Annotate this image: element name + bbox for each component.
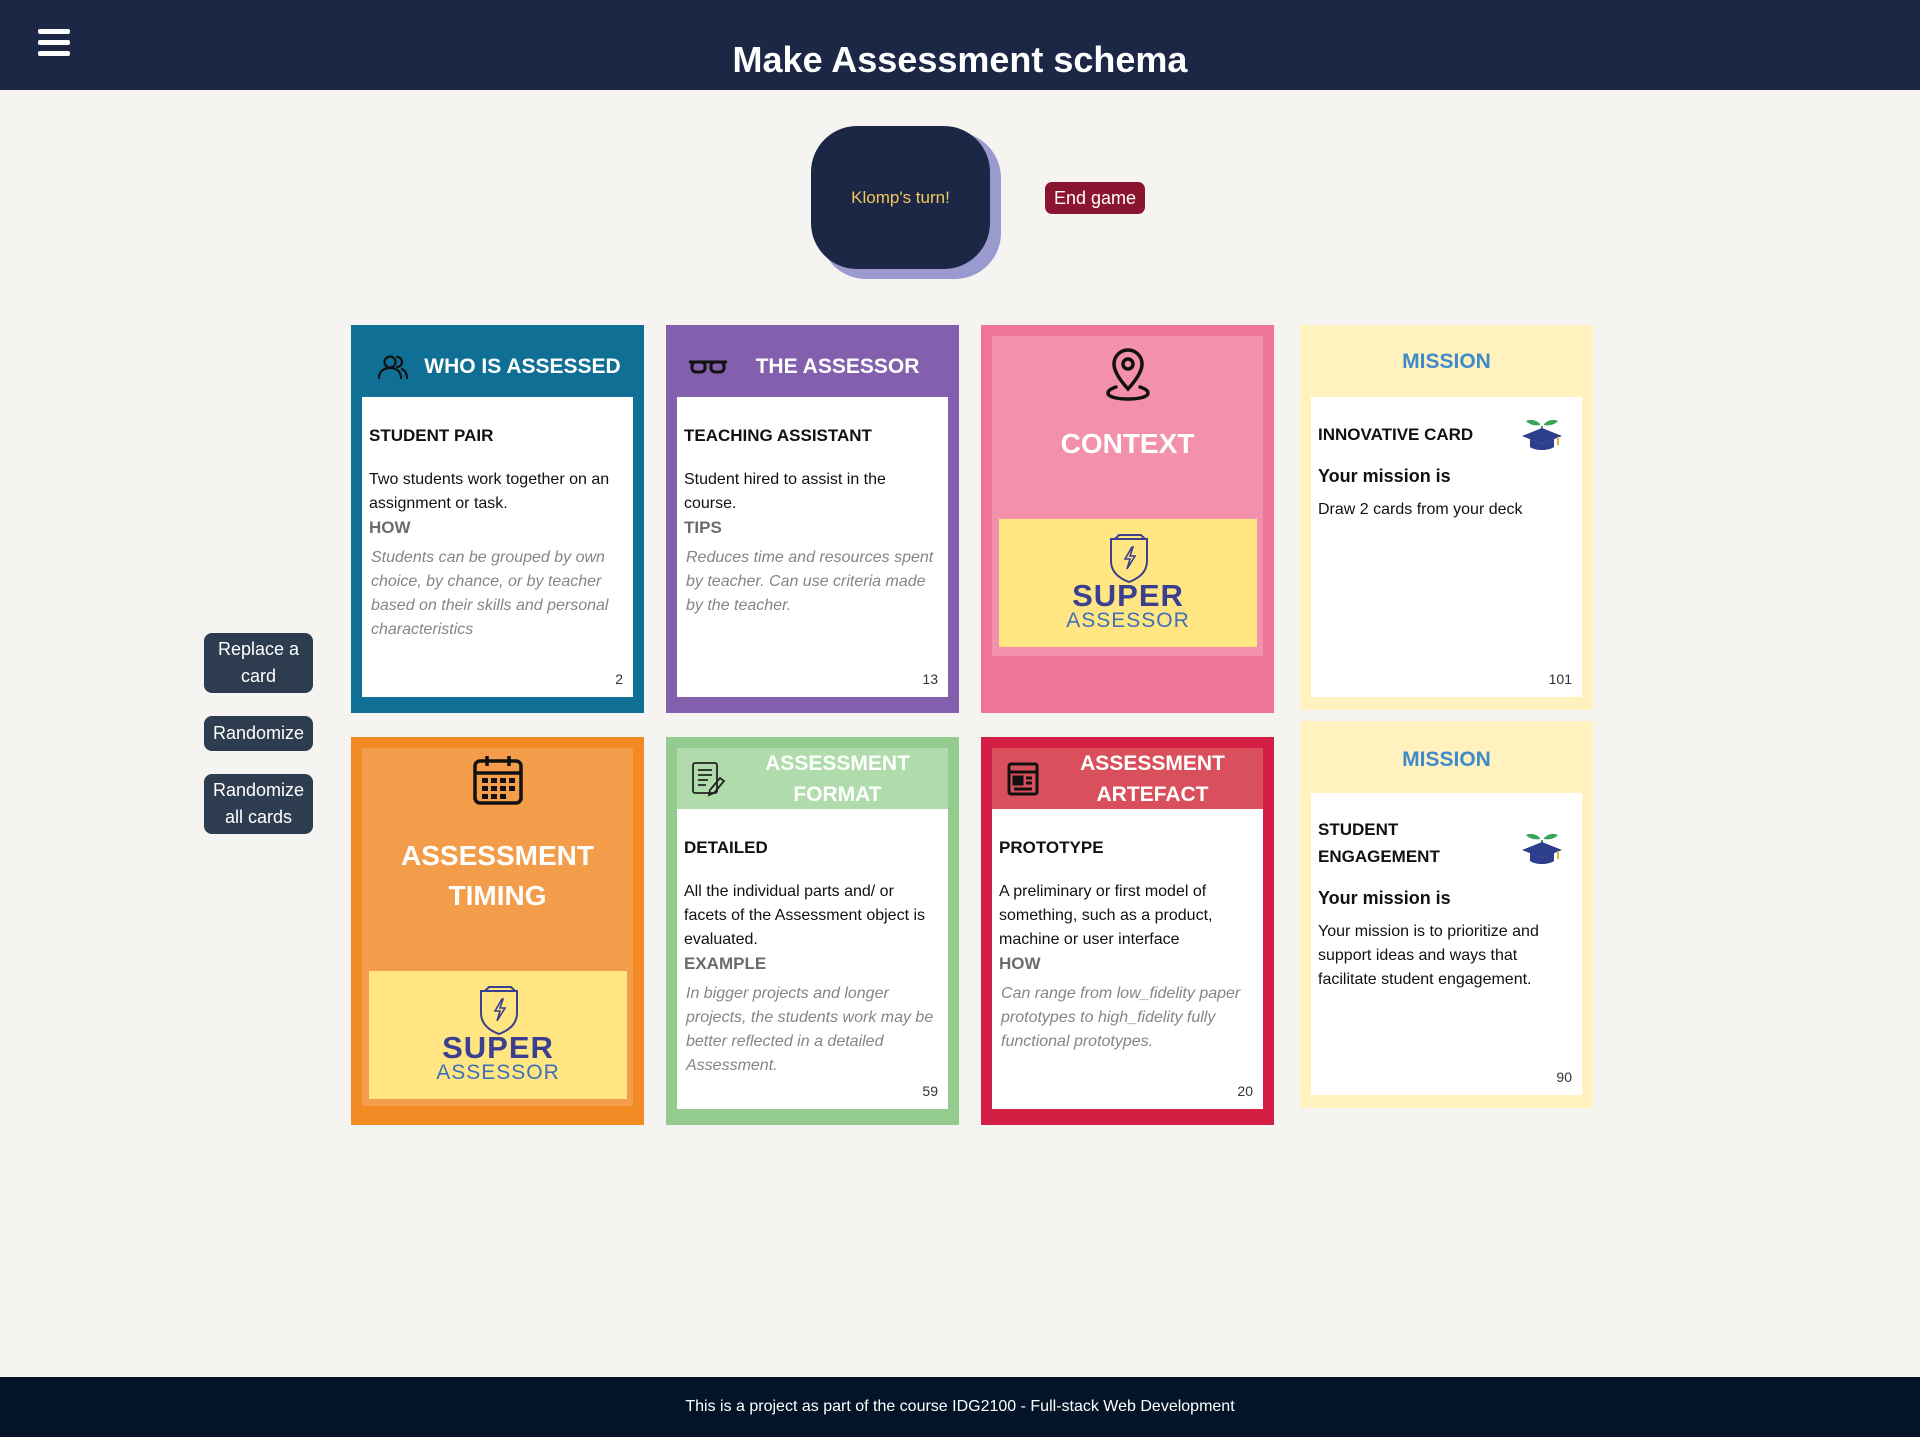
card-the-assessor[interactable]: THE ASSESSOR TEACHING ASSISTANT Student … — [666, 325, 959, 713]
card-number: 90 — [1556, 1069, 1572, 1085]
card-description: Two students work together on an assignm… — [369, 471, 610, 512]
card-description: All the individual parts and/ or facets … — [684, 883, 926, 948]
card-title: TEACHING ASSISTANT — [684, 426, 872, 445]
card-body: DETAILED All the individual parts and/ o… — [677, 809, 948, 1109]
card-header: WHO IS ASSESSED — [362, 336, 633, 397]
replace-card-button[interactable]: Replace a card — [204, 633, 313, 693]
card-sub-label: TIPS — [684, 518, 722, 537]
card-assessment-timing[interactable]: ASSESSMENT TIMING SUPER ASSESSOR — [351, 737, 644, 1125]
card-description: Draw 2 cards from your deck — [1318, 501, 1523, 518]
card-title: STUDENT PAIR — [369, 426, 494, 445]
card-number: 101 — [1548, 671, 1572, 687]
card-title: STUDENT ENGAGEMENT — [1318, 820, 1440, 866]
randomize-button[interactable]: Randomize — [204, 716, 313, 751]
card-sub-label: HOW — [369, 518, 411, 537]
card-assessment-artefact[interactable]: ASSESSMENT ARTEFACT PROTOTYPE A prelimin… — [981, 737, 1274, 1125]
card-header-title: WHO IS ASSESSED — [424, 355, 621, 378]
card-header-title: ASSESSMENT ARTEFACT — [1080, 751, 1225, 806]
card-face-title: ASSESSMENT TIMING — [401, 840, 594, 911]
card-face-title: CONTEXT — [1060, 428, 1195, 459]
card-header-title: THE ASSESSOR — [755, 355, 920, 378]
page-title: Make Assessment schema — [732, 39, 1188, 80]
footer: This is a project as part of the course … — [0, 1377, 1920, 1437]
card-body: STUDENT ENGAGEMENT Your mission is Your … — [1311, 793, 1582, 1095]
card-description: A preliminary or first model of somethin… — [999, 883, 1213, 948]
super-assessor-logo: SUPER ASSESSOR — [369, 971, 627, 1099]
card-sub-text: In bigger projects and longer projects, … — [686, 985, 934, 1074]
card-sub-label: EXAMPLE — [684, 954, 767, 973]
card-face: ASSESSMENT TIMING SUPER ASSESSOR — [362, 748, 633, 1106]
card-description: Your mission is to prioritize and suppor… — [1318, 923, 1539, 988]
card-sub-text: Can range from low_fidelity paper protot… — [1001, 985, 1241, 1050]
card-number: 59 — [922, 1083, 938, 1099]
card-body: PROTOTYPE A preliminary or first model o… — [992, 809, 1263, 1109]
card-sub-text: Reduces time and resources spent by teac… — [686, 549, 934, 614]
footer-text: This is a project as part of the course … — [685, 1398, 1235, 1415]
mission-label: Your mission is — [1318, 888, 1451, 908]
card-description: Student hired to assist in the course. — [684, 471, 886, 512]
mission-header: MISSION — [1402, 350, 1491, 373]
map-pin-icon — [992, 347, 1263, 401]
mission-header: MISSION — [1402, 748, 1491, 771]
document-edit-icon — [685, 760, 731, 798]
super-assessor-logo: SUPER ASSESSOR — [999, 519, 1257, 647]
card-title: PROTOTYPE — [999, 838, 1104, 857]
card-mission-innovative[interactable]: MISSION INNOVATIVE CARD Your mission is … — [1300, 325, 1593, 710]
mission-label: Your mission is — [1318, 466, 1451, 486]
card-sub-label: HOW — [999, 954, 1041, 973]
calendar-icon — [362, 753, 633, 807]
card-who-is-assessed[interactable]: WHO IS ASSESSED STUDENT PAIR Two student… — [351, 325, 644, 713]
newspaper-icon — [1000, 761, 1046, 797]
card-sub-text: Students can be grouped by own choice, b… — [371, 549, 609, 638]
turn-indicator: Klomp's turn! — [811, 126, 990, 269]
card-title: INNOVATIVE CARD — [1318, 425, 1474, 444]
card-assessment-format[interactable]: ASSESSMENT FORMAT DETAILED All the indiv… — [666, 737, 959, 1125]
top-bar: Make Assessment schema — [0, 0, 1920, 90]
card-title: DETAILED — [684, 838, 768, 857]
graduation-cap-icon — [1520, 414, 1564, 457]
card-header-title: ASSESSMENT FORMAT — [765, 751, 910, 806]
users-icon — [370, 353, 416, 381]
card-body: TEACHING ASSISTANT Student hired to assi… — [677, 397, 948, 697]
card-number: 2 — [615, 671, 623, 687]
graduation-cap-icon — [1520, 828, 1564, 871]
glasses-icon — [685, 358, 731, 376]
randomize-all-button[interactable]: Randomize all cards — [204, 774, 313, 834]
end-game-button[interactable]: End game — [1045, 182, 1145, 214]
card-face: CONTEXT SUPER ASSESSOR — [992, 336, 1263, 656]
card-header: ASSESSMENT FORMAT — [677, 748, 948, 809]
card-body: INNOVATIVE CARD Your mission is Draw 2 c… — [1311, 397, 1582, 697]
card-context[interactable]: CONTEXT SUPER ASSESSOR — [981, 325, 1274, 713]
card-body: STUDENT PAIR Two students work together … — [362, 397, 633, 697]
card-number: 13 — [922, 671, 938, 687]
card-header: THE ASSESSOR — [677, 336, 948, 397]
card-mission-engagement[interactable]: MISSION STUDENT ENGAGEMENT Your mission … — [1300, 721, 1593, 1108]
card-number: 20 — [1237, 1083, 1253, 1099]
card-header: ASSESSMENT ARTEFACT — [992, 748, 1263, 809]
